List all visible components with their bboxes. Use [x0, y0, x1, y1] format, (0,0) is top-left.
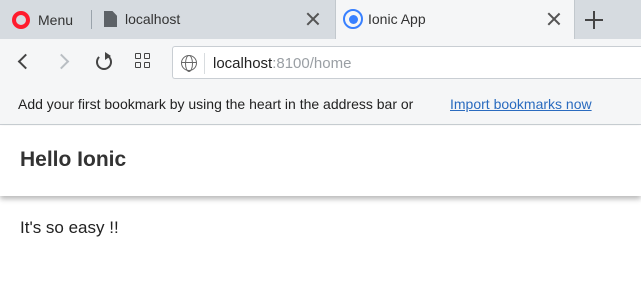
menu-label: Menu [38, 11, 74, 28]
tab-ionic-app[interactable]: Ionic App [335, 0, 575, 39]
chevron-left-icon [17, 53, 34, 70]
tab-localhost[interactable]: localhost [93, 0, 333, 39]
page-content-text: It's so easy !! [20, 218, 119, 237]
url-text[interactable]: localhost:8100/home [213, 55, 351, 72]
chevron-right-icon [53, 53, 70, 70]
ionic-header-toolbar: Hello Ionic [0, 126, 641, 196]
opera-logo-icon [12, 10, 30, 29]
new-tab-button[interactable] [584, 10, 604, 30]
opera-menu-button[interactable]: Menu [0, 0, 92, 39]
tab-title: Ionic App [368, 11, 426, 27]
speed-dial-button[interactable] [131, 49, 157, 75]
address-bar[interactable]: localhost:8100/home [172, 46, 641, 79]
navigation-toolbar: localhost:8100/home [0, 39, 641, 86]
ionic-logo-icon [343, 9, 363, 29]
page-title: Hello Ionic [20, 148, 127, 171]
document-icon [104, 11, 117, 27]
tab-strip: Menu localhost Ionic App [0, 0, 641, 39]
url-path: :8100/home [272, 55, 352, 72]
globe-icon[interactable] [181, 55, 197, 72]
tab-divider [91, 10, 92, 29]
bookmarks-bar: Add your first bookmark by using the hea… [0, 86, 641, 125]
url-host: localhost [213, 55, 273, 72]
forward-button[interactable] [52, 49, 78, 75]
bookmarks-hint: Add your first bookmark by using the hea… [18, 96, 414, 112]
reload-button[interactable] [91, 49, 117, 75]
close-tab-icon[interactable] [546, 11, 562, 27]
import-bookmarks-link[interactable]: Import bookmarks now [450, 96, 592, 112]
tab-title: localhost [125, 11, 181, 27]
close-tab-icon[interactable] [305, 11, 321, 27]
back-button[interactable] [10, 49, 36, 75]
